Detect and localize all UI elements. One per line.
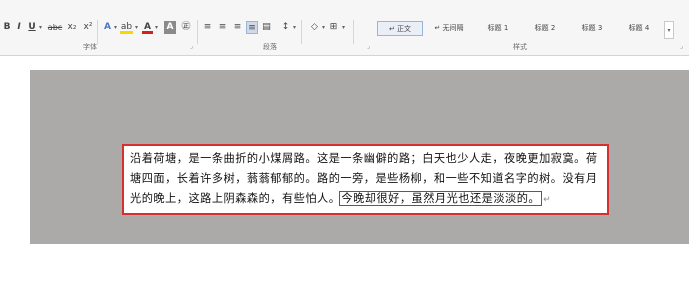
borders-dropdown-icon[interactable]: ▾ — [341, 21, 346, 34]
underline-button[interactable]: U — [28, 21, 36, 34]
font-color-button[interactable]: A — [142, 21, 153, 34]
style-heading-2[interactable]: 标题 2 — [522, 21, 568, 36]
enclose-character-button[interactable]: ㊣ — [180, 21, 192, 34]
style-label: 标题 1 — [487, 24, 509, 32]
document-canvas: 沿着荷塘，是一条曲折的小煤屑路。这是一条幽僻的路；白天也少人走，夜晚更加寂寞。荷… — [0, 56, 689, 244]
font-dialog-launcher-icon[interactable]: ⌟ — [190, 44, 196, 50]
style-label: 标题 4 — [628, 24, 650, 32]
styles-more-icon[interactable]: ▾ — [664, 21, 674, 39]
strikethrough-button[interactable]: abc — [47, 21, 63, 34]
styles-group-label: 样式 — [513, 43, 527, 51]
divider — [301, 20, 302, 44]
bold-button[interactable]: B — [3, 21, 11, 34]
style-heading-3[interactable]: 标题 3 — [569, 21, 615, 36]
align-center-icon[interactable]: ≡ — [217, 21, 228, 34]
style-heading-1[interactable]: 标题 1 — [475, 21, 521, 36]
divider — [197, 20, 198, 44]
style-normal[interactable]: ↵ 正文 — [377, 21, 423, 36]
line-3-text: 光的晚上，这路上阴森森的，有些怕人。 — [130, 192, 341, 205]
highlight-dropdown-icon[interactable]: ▾ — [134, 21, 139, 34]
shading-icon[interactable]: ◇ — [309, 21, 320, 34]
divider — [353, 20, 354, 44]
paragraph-mark-icon: ↵ — [434, 24, 441, 32]
selected-text[interactable]: 今晚却很好，虽然月光也还是淡淡的。 — [339, 191, 543, 206]
style-label: 标题 2 — [534, 24, 556, 32]
text-effects-dropdown-icon[interactable]: ▾ — [113, 21, 118, 34]
align-right-icon[interactable]: ≡ — [232, 21, 243, 34]
font-color-dropdown-icon[interactable]: ▾ — [154, 21, 159, 34]
highlight-button[interactable]: ab — [120, 21, 133, 34]
blank-area — [0, 244, 689, 300]
shading-dropdown-icon[interactable]: ▾ — [321, 21, 326, 34]
line-spacing-dropdown-icon[interactable]: ▾ — [292, 21, 297, 34]
paragraph-mark-icon: ↵ — [543, 195, 552, 205]
distributed-align-icon[interactable]: ▤ — [261, 21, 272, 34]
document-line-2[interactable]: 塘四面，长着许多树，蓊蓊郁郁的。路的一旁，是些杨柳，和一些不知道名字的树。没有月 — [130, 169, 598, 188]
text-effects-button[interactable]: A — [102, 21, 113, 34]
font-group-label: 字体 — [83, 43, 97, 51]
borders-icon[interactable]: ⊞ — [328, 21, 339, 34]
italic-button[interactable]: I — [15, 21, 23, 34]
subscript-button[interactable]: x₂ — [66, 21, 78, 34]
ribbon: B I U ▾ abc x₂ x² A ▾ ab ▾ A ▾ A ㊣ ≡ ≡ ≡… — [0, 0, 689, 56]
paragraph-group-label: 段落 — [263, 43, 277, 51]
justify-icon[interactable]: ≡ — [246, 21, 258, 34]
superscript-button[interactable]: x² — [82, 21, 94, 34]
underline-dropdown-icon[interactable]: ▾ — [38, 21, 43, 34]
align-left-icon[interactable]: ≡ — [202, 21, 213, 34]
document-line-3[interactable]: 光的晚上，这路上阴森森的，有些怕人。今晚却很好，虽然月光也还是淡淡的。 ↵ — [130, 189, 551, 208]
divider — [97, 20, 98, 44]
style-label: 正文 — [397, 25, 412, 33]
text-selection[interactable]: 沿着荷塘，是一条曲折的小煤屑路。这是一条幽僻的路；白天也少人走，夜晚更加寂寞。荷… — [122, 144, 609, 215]
character-shading-button[interactable]: A — [164, 21, 176, 34]
line-spacing-icon[interactable]: ↕ — [280, 21, 291, 34]
style-heading-4[interactable]: 标题 4 — [616, 21, 662, 36]
document-line-1[interactable]: 沿着荷塘，是一条曲折的小煤屑路。这是一条幽僻的路；白天也少人走，夜晚更加寂寞。荷 — [130, 149, 598, 168]
style-label: 标题 3 — [581, 24, 603, 32]
style-no-spacing[interactable]: ↵ 无间隔 — [426, 21, 472, 36]
paragraph-dialog-launcher-icon[interactable]: ⌟ — [367, 44, 373, 50]
style-label: 无间隔 — [442, 24, 464, 32]
paragraph-mark-icon: ↵ — [388, 25, 395, 33]
styles-dialog-launcher-icon[interactable]: ⌟ — [680, 44, 686, 50]
